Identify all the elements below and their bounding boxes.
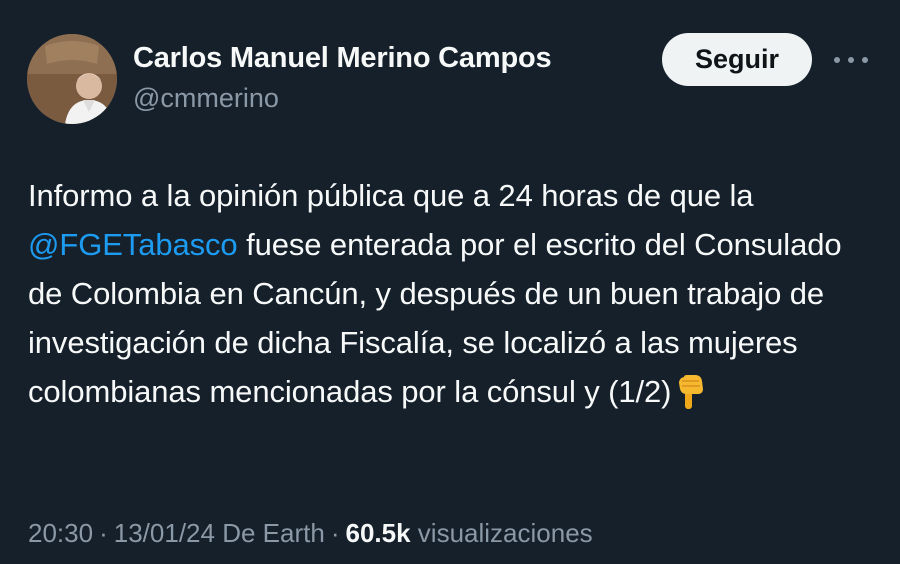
tweet-text-part: Informo a la opinión pública que a 24 ho… [28,178,754,213]
avatar[interactable] [27,34,117,124]
separator: · [99,518,108,548]
follow-button[interactable]: Seguir [662,33,812,86]
dot [862,57,868,63]
tweet-date[interactable]: 13/01/24 [114,518,215,548]
tweet-meta: 20:30 · 13/01/24 De Earth · 60.5k visualizac… [28,518,593,549]
author-name[interactable]: Carlos Manuel Merino Campos [133,42,552,75]
dot [848,57,854,63]
tweet-card: Carlos Manuel Merino Campos @cmmerino Se… [0,0,900,564]
more-horizontal-icon[interactable] [834,48,868,72]
pointing-down-hand-icon [675,374,705,423]
views-count: 60.5k [345,518,411,548]
author-handle[interactable]: @cmmerino [133,83,279,114]
tweet-time[interactable]: 20:30 [28,518,93,548]
mention-link[interactable]: @FGETabasco [28,227,238,262]
separator: · [330,518,340,548]
views-label: visualizaciones [417,518,593,548]
tweet-text: Informo a la opinión pública que a 24 ho… [28,171,878,423]
tweet-source: De Earth [222,518,325,548]
dot [834,57,840,63]
